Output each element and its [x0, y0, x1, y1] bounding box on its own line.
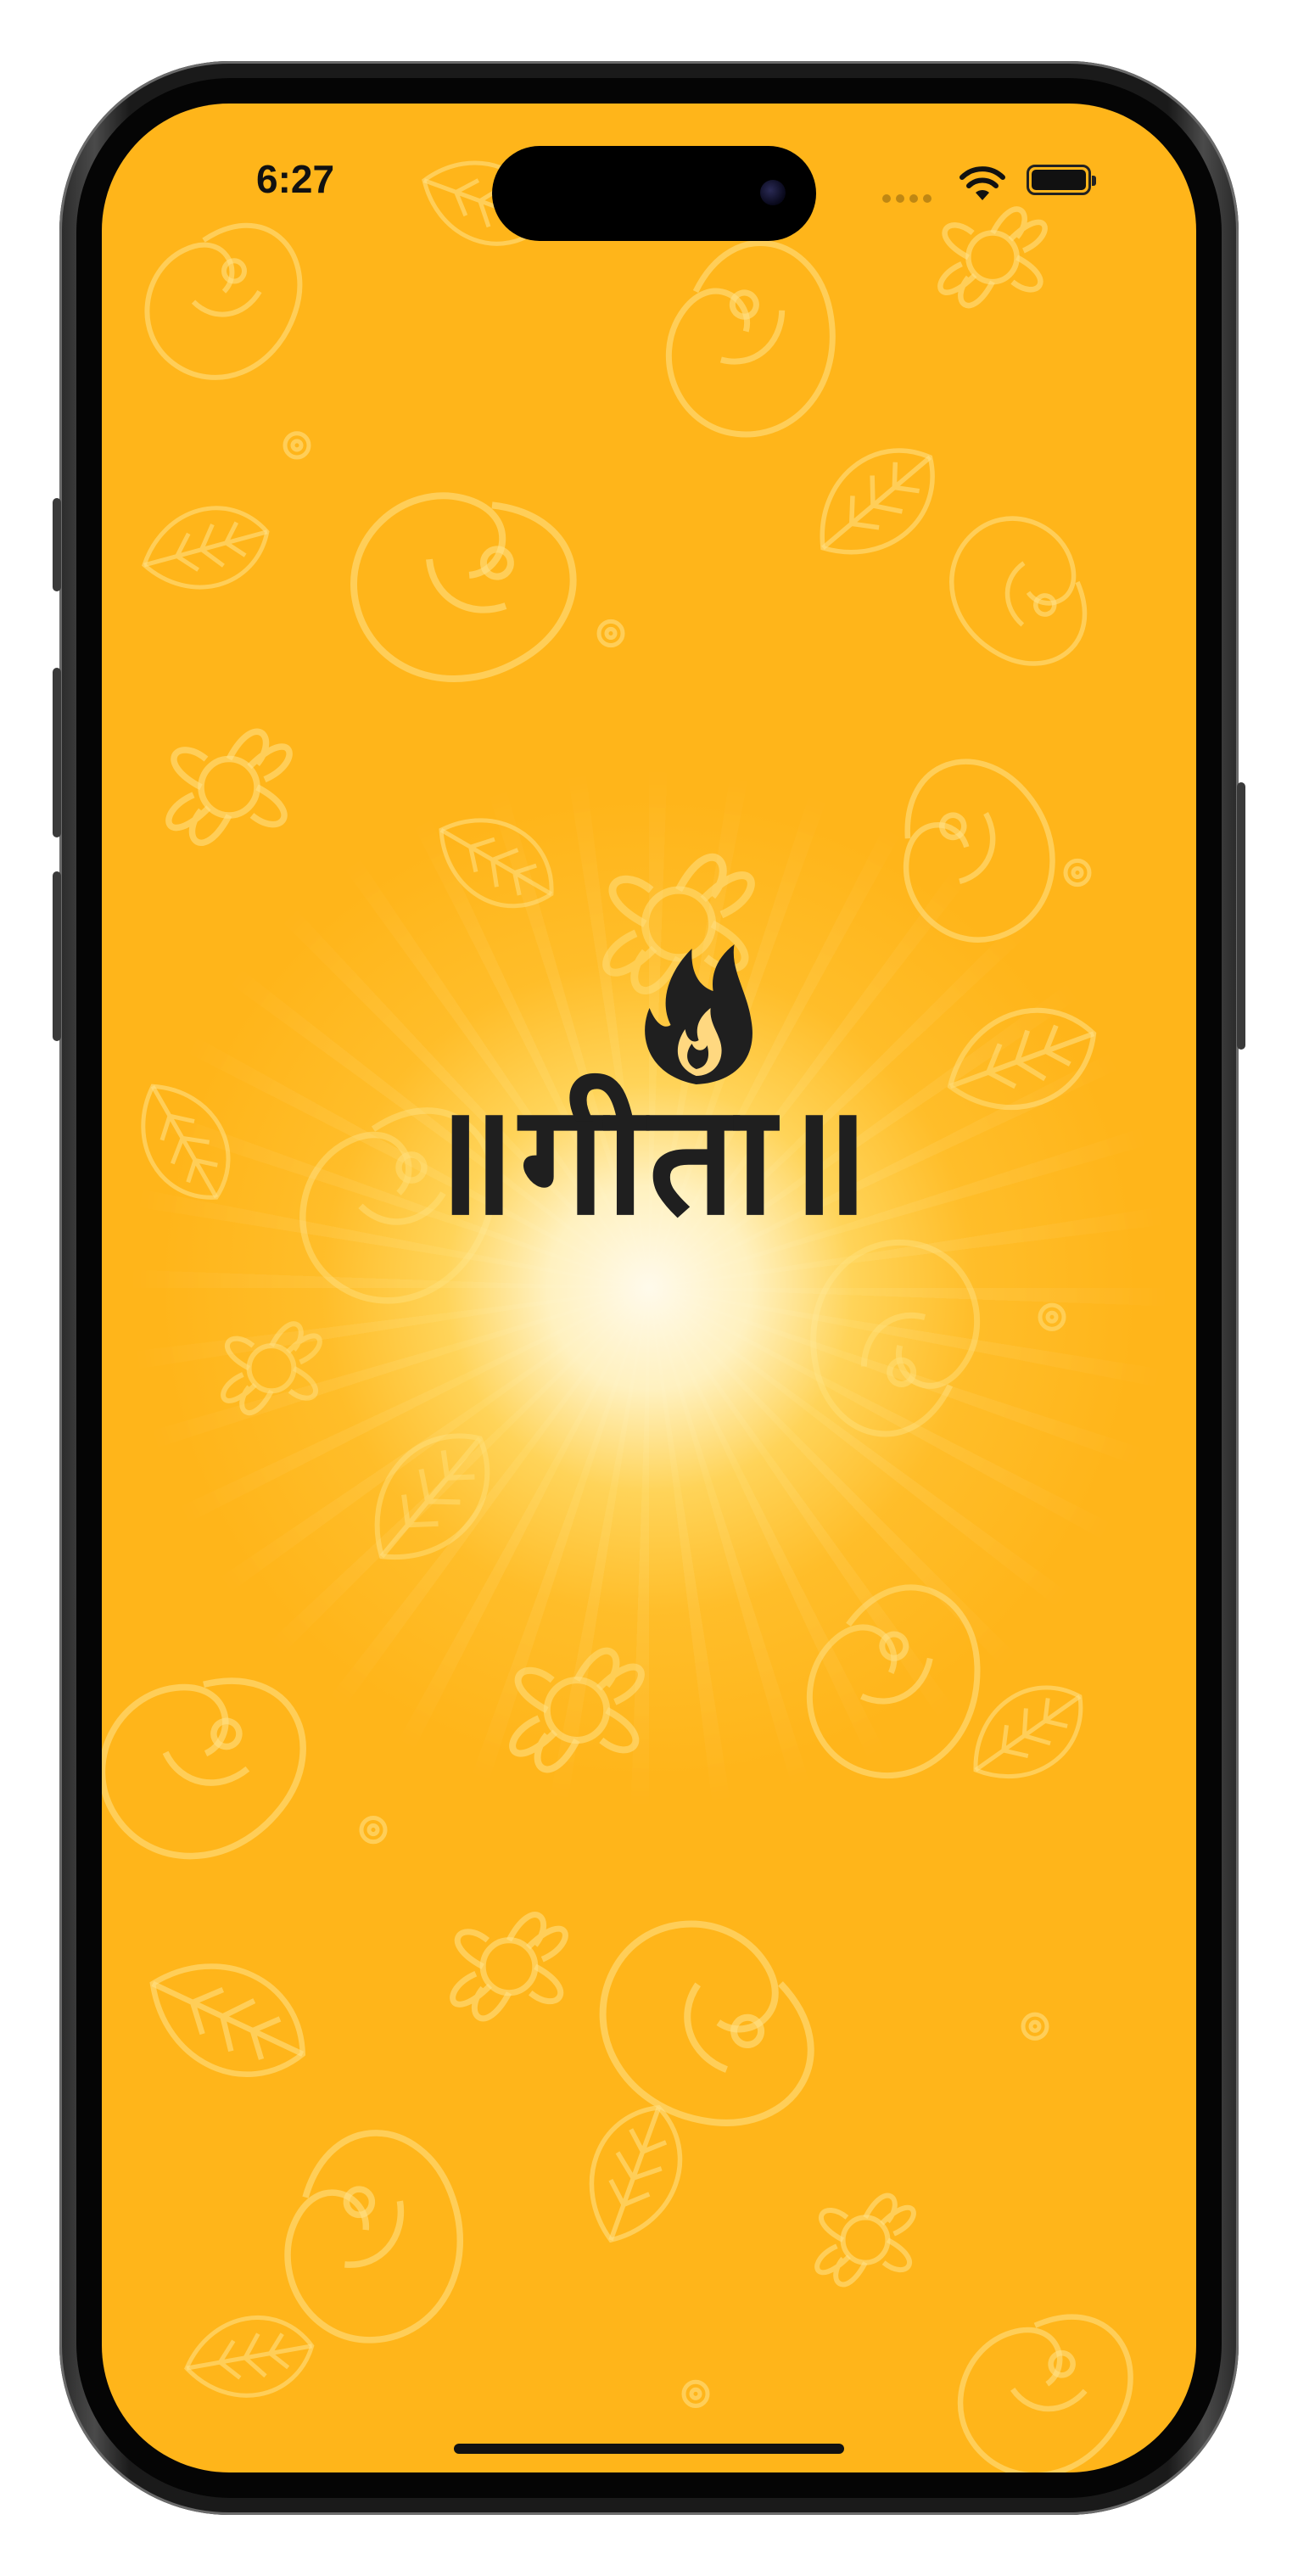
action-button [53, 498, 61, 591]
volume-down-button [53, 871, 61, 1041]
home-indicator[interactable] [454, 2444, 844, 2454]
battery-icon [1027, 165, 1096, 195]
app-title: ॥गीता॥ [424, 1072, 874, 1249]
cellular-signal-icon [882, 190, 937, 206]
status-bar: 6:27 [102, 104, 1196, 241]
app-logo: ॥गीता॥ [424, 944, 874, 1249]
wifi-icon [960, 166, 1005, 200]
flame-icon [645, 944, 753, 1084]
status-time: 6:27 [256, 157, 335, 201]
splash-screen: 6:27 ॥गीता॥ [102, 104, 1196, 2472]
phone-frame: 6:27 ॥गीता॥ [53, 61, 1245, 2515]
camera-icon [760, 180, 786, 205]
dynamic-island [492, 146, 816, 241]
center-glow [102, 567, 1196, 2009]
volume-up-button [53, 668, 61, 837]
power-button [1237, 782, 1245, 1050]
